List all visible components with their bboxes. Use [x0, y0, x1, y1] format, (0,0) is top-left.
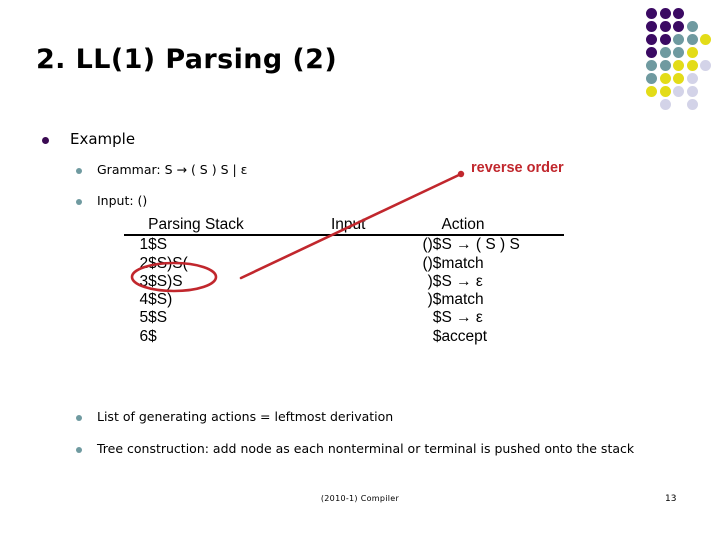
parse-trace-table: Parsing Stack Input Action 1 $S ()$ S → ( S…	[124, 216, 564, 346]
bullet-example-label: Example	[70, 130, 136, 148]
table-row: 4 $S) )$ match	[124, 291, 564, 309]
cell-action: accept	[441, 327, 488, 345]
decorative-dot	[659, 99, 671, 110]
decorative-dot	[686, 21, 698, 32]
bullet-tree-construction-label: Tree construction: add node as each nont…	[97, 441, 635, 456]
bullet-list-actions-label: List of generating actions = leftmost de…	[97, 409, 394, 424]
decorative-dot	[646, 47, 657, 58]
cell-step-number: 6	[139, 327, 149, 345]
decorative-dot	[673, 73, 685, 84]
decorative-dot	[686, 73, 698, 84]
column-header-input: Input	[330, 216, 442, 237]
slide-canvas: 2. LL(1) Parsing (2) Example Grammar: S …	[0, 0, 720, 540]
decorative-dot-grid	[624, 4, 720, 122]
decorative-dot	[673, 34, 685, 45]
decorative-dot	[659, 34, 671, 45]
footer-page-number: 13	[665, 494, 677, 504]
decorative-dot	[646, 34, 657, 45]
bullet-marker-input	[76, 199, 82, 205]
cell-parsing-stack: $	[148, 327, 157, 345]
decorative-dot	[659, 73, 671, 84]
decorative-dot	[646, 86, 657, 97]
footer-course-label: (2010-1) Compiler	[320, 494, 400, 503]
table-row: 2 $S)S( ()$ match	[124, 255, 564, 273]
cell-step-number: 2	[139, 254, 149, 272]
reverse-order-pointer-dot	[457, 170, 465, 178]
column-header-action: Action	[441, 216, 564, 237]
decorative-dot	[659, 86, 671, 97]
cell-step-number: 5	[139, 309, 149, 327]
column-header-number	[124, 216, 149, 237]
cell-action: S → ( S ) S	[441, 236, 520, 254]
table-row: 6 $ $ accept	[124, 328, 564, 346]
decorative-dot	[673, 21, 685, 32]
cell-input: ()$	[422, 254, 442, 272]
reverse-order-annotation-label: reverse order	[471, 160, 564, 176]
decorative-dot	[686, 99, 698, 110]
decorative-dot	[673, 60, 685, 71]
decorative-dot	[700, 60, 712, 71]
decorative-dot	[659, 47, 671, 58]
cell-input: )$	[427, 272, 442, 290]
cell-input: $	[432, 309, 442, 327]
table-row: 5 $S $ S → ε	[124, 309, 564, 327]
bullet-marker-grammar	[76, 168, 82, 174]
cell-parsing-stack: $S)S	[148, 272, 183, 290]
decorative-dot	[659, 21, 671, 32]
decorative-dot	[686, 86, 698, 97]
cell-step-number: 3	[139, 272, 149, 290]
cell-input: ()$	[422, 236, 442, 254]
decorative-dot	[673, 47, 685, 58]
cell-parsing-stack: $S)S(	[148, 254, 188, 272]
cell-parsing-stack: $S)	[148, 291, 173, 309]
bullet-marker-example	[42, 137, 49, 144]
decorative-dot	[673, 86, 685, 97]
table-header-row: Parsing Stack Input Action	[124, 216, 564, 237]
cell-action: S → ε	[441, 272, 483, 290]
decorative-dot	[659, 60, 671, 71]
bullet-marker-list-actions	[76, 415, 82, 421]
parse-table-head: Parsing Stack Input Action	[124, 216, 564, 237]
bullet-grammar-label: Grammar: S → ( S ) S | ε	[97, 162, 248, 177]
decorative-dot	[646, 21, 657, 32]
decorative-dot	[673, 8, 685, 19]
cell-parsing-stack: $S	[148, 236, 168, 254]
table-row: 3 $S)S )$ S → ε	[124, 273, 564, 291]
cell-parsing-stack: $S	[148, 309, 168, 327]
page-title: 2. LL(1) Parsing (2)	[36, 44, 338, 75]
cell-input: )$	[427, 291, 442, 309]
decorative-dot	[700, 34, 712, 45]
parse-table-element: Parsing Stack Input Action 1 $S ()$ S → ( S…	[124, 216, 564, 346]
decorative-dot	[646, 60, 657, 71]
cell-input: $	[432, 327, 442, 345]
column-header-parsing-stack: Parsing Stack	[148, 216, 331, 237]
decorative-dot	[686, 47, 698, 58]
cell-action: match	[441, 254, 484, 272]
table-row: 1 $S ()$ S → ( S ) S	[124, 235, 564, 254]
decorative-dot	[659, 8, 671, 19]
parse-table-body: 1 $S ()$ S → ( S ) S 2 $S)S(()$ match 3 $S)S)$ S …	[124, 235, 564, 346]
cell-action: S → ε	[441, 309, 483, 327]
cell-step-number: 1	[139, 236, 149, 254]
cell-step-number: 4	[139, 291, 149, 309]
decorative-dot	[646, 73, 657, 84]
bullet-marker-tree-construction	[76, 447, 82, 453]
decorative-dot	[686, 60, 698, 71]
cell-action: match	[441, 291, 484, 309]
decorative-dot	[686, 34, 698, 45]
decorative-dot	[646, 8, 657, 19]
bullet-input-label: Input: ()	[97, 193, 148, 208]
